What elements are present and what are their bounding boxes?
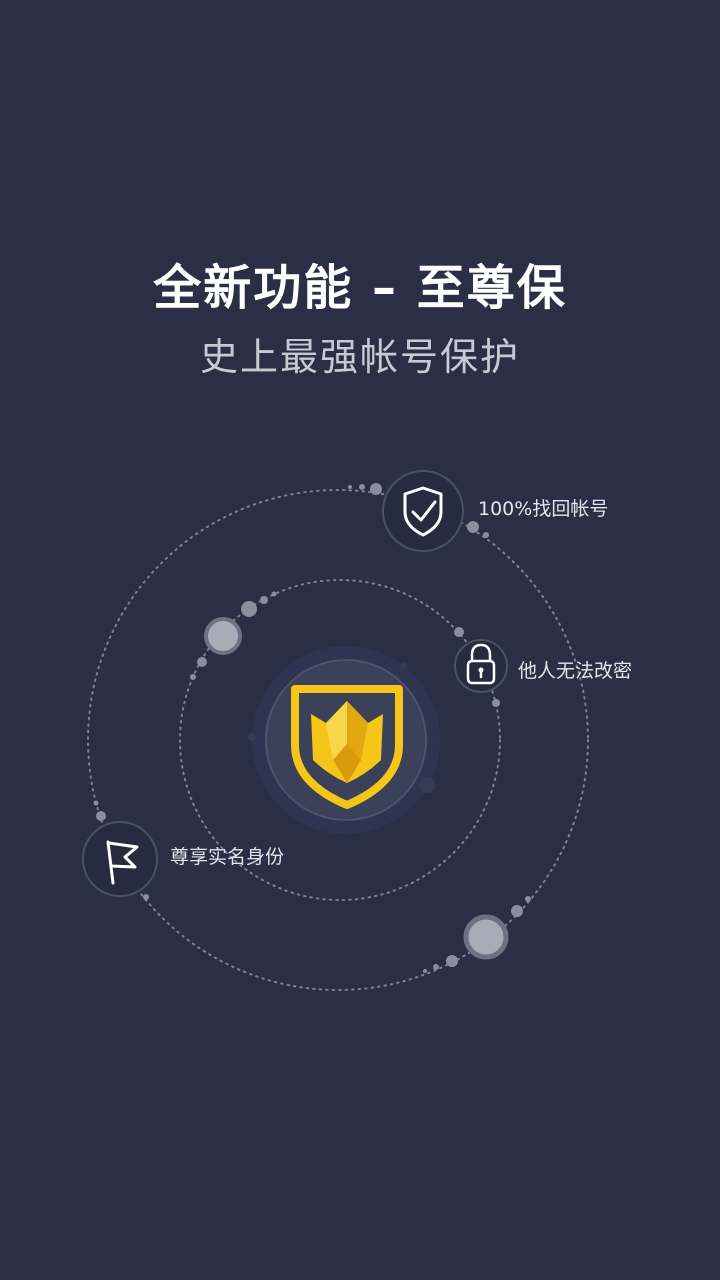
feature-password-lock — [454, 639, 508, 693]
feature-label-recover: 100%找回帐号 — [478, 498, 609, 520]
feature-recover-account — [382, 470, 464, 552]
protection-orbit-graphic — [82, 470, 589, 991]
feature-label-lock: 他人无法改密 — [518, 660, 633, 682]
feature-label-realname: 尊享实名身份 — [170, 846, 285, 868]
feature-real-name — [82, 821, 158, 897]
center-medallion — [248, 646, 440, 834]
